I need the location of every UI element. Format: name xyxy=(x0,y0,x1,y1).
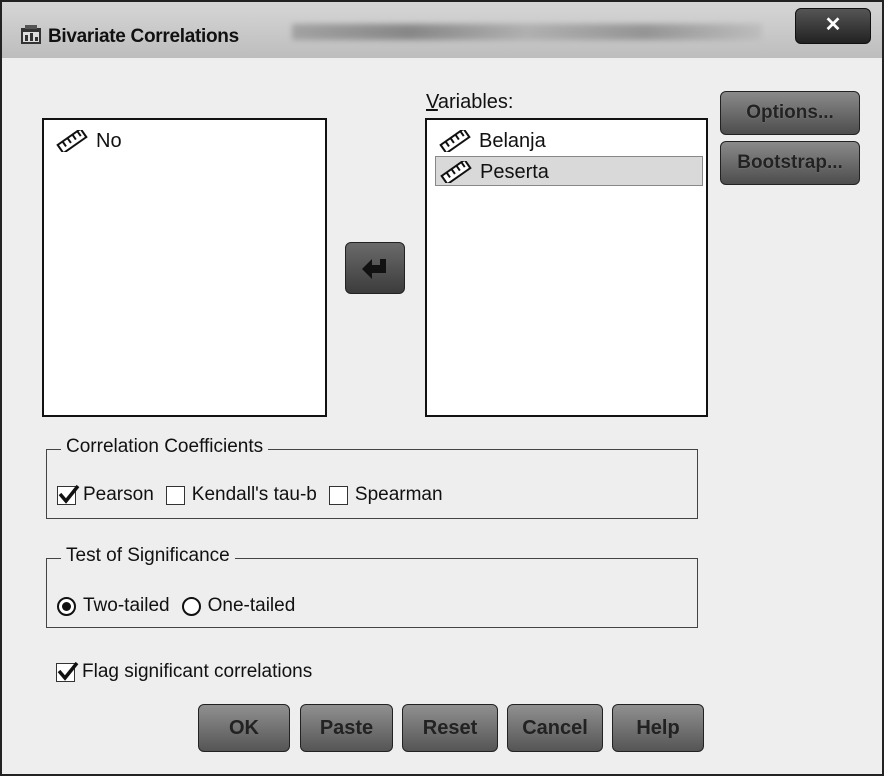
two-tailed-radio[interactable] xyxy=(57,596,76,616)
options-button[interactable]: Options... xyxy=(720,91,860,135)
window-title: Bivariate Correlations xyxy=(48,26,239,47)
flag-significant-checkbox[interactable] xyxy=(56,661,79,682)
pearson-checkbox[interactable] xyxy=(57,484,80,505)
group-title: Correlation Coefficients xyxy=(61,436,269,458)
bivariate-correlations-dialog: Bivariate Correlations ✕ No Variables: B… xyxy=(0,0,884,776)
cancel-button[interactable]: Cancel xyxy=(507,704,603,752)
two-tailed-label: Two-tailed xyxy=(83,595,170,616)
flag-significant-row: Flag significant correlations xyxy=(56,661,312,683)
app-icon xyxy=(21,25,41,44)
source-list-item-label: No xyxy=(96,130,122,152)
correlation-options-row: Pearson Kendall's tau-b Spearman xyxy=(57,484,443,506)
variables-list-item-belanja[interactable]: Belanja xyxy=(435,126,699,156)
variables-label: Variables: xyxy=(426,91,514,113)
bootstrap-button[interactable]: Bootstrap... xyxy=(720,141,860,185)
blurred-title-region xyxy=(292,24,762,40)
ok-button[interactable]: OK xyxy=(198,704,290,752)
group-title: Test of Significance xyxy=(61,545,235,567)
scale-ruler-icon xyxy=(439,130,471,152)
title-bar[interactable]: Bivariate Correlations ✕ xyxy=(2,2,882,58)
reset-button[interactable]: Reset xyxy=(402,704,498,752)
arrow-left-icon xyxy=(362,259,386,279)
spearman-label: Spearman xyxy=(354,484,443,505)
scale-ruler-icon xyxy=(56,130,88,152)
one-tailed-radio[interactable] xyxy=(181,596,201,616)
scale-ruler-icon xyxy=(440,161,472,183)
test-of-significance-group: Test of Significance Two-tailed One-tail… xyxy=(46,545,698,628)
variables-list-item-peserta[interactable]: Peserta xyxy=(435,156,703,186)
spearman-checkbox[interactable] xyxy=(328,485,348,505)
variables-list-item-label: Peserta xyxy=(480,161,549,183)
checkmark-icon xyxy=(58,484,80,504)
checkmark-icon xyxy=(57,661,79,681)
pearson-label: Pearson xyxy=(83,484,154,505)
help-button[interactable]: Help xyxy=(612,704,704,752)
kendall-checkbox[interactable] xyxy=(165,485,185,505)
move-variable-button[interactable] xyxy=(345,242,405,294)
target-variables-list[interactable]: Belanja Peserta xyxy=(425,118,708,417)
source-variable-list[interactable]: No xyxy=(42,118,327,417)
significance-options-row: Two-tailed One-tailed xyxy=(57,595,295,617)
source-list-item-no[interactable]: No xyxy=(52,126,312,156)
one-tailed-label: One-tailed xyxy=(207,595,296,616)
kendall-label: Kendall's tau-b xyxy=(191,484,317,505)
close-button[interactable]: ✕ xyxy=(795,8,871,44)
variables-list-item-label: Belanja xyxy=(479,130,546,152)
correlation-coefficients-group: Correlation Coefficients Pearson Kendall… xyxy=(46,436,698,519)
paste-button[interactable]: Paste xyxy=(300,704,393,752)
flag-significant-label: Flag significant correlations xyxy=(82,661,313,682)
